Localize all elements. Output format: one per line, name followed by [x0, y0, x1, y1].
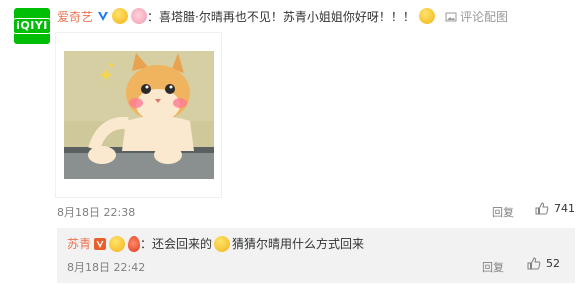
- tongue-emoji-icon: [214, 235, 231, 252]
- sub-like-button[interactable]: 52: [527, 257, 560, 270]
- comment-image-label: 评论配图: [460, 10, 509, 24]
- image-icon: [445, 12, 457, 21]
- thumb-up-icon: [535, 202, 549, 215]
- sub-reply-username[interactable]: 苏青: [67, 235, 91, 252]
- cheeky-emoji-icon: [418, 8, 435, 24]
- like-count: 741: [554, 202, 575, 215]
- like-button[interactable]: 741: [535, 202, 575, 215]
- balloon-icon: [128, 235, 141, 252]
- sub-thumb-up-icon: [527, 257, 541, 270]
- comment-colon: ：: [147, 9, 160, 24]
- cat-illustration: [64, 51, 214, 179]
- verified-v-icon: [98, 12, 109, 21]
- cat-photo: [64, 51, 214, 179]
- sub-fan-badge-icon: [109, 235, 126, 252]
- sub-reply-time: 8月18日 22:42: [67, 261, 146, 274]
- sub-reply-text-1: 还会回来的: [152, 237, 213, 251]
- flower-icon: [131, 8, 148, 24]
- sub-verified-v-icon: [94, 237, 107, 250]
- fan-badge-icon: [112, 8, 129, 24]
- comment-text: 喜塔腊·尔晴再也不见！苏青小姐姐你好呀！！！: [159, 9, 415, 24]
- comment-image-link[interactable]: 评论配图: [445, 8, 508, 25]
- sub-reply-text-2: 猜猜尔晴用什么方式回来: [232, 237, 365, 251]
- comment-image[interactable]: [56, 33, 221, 197]
- username[interactable]: 爱奇艺: [57, 8, 93, 25]
- sub-reply-colon: ：: [140, 237, 153, 251]
- sub-reply: 苏青 ： 还会回来的 猜猜尔晴用什么方式回来 8月18日 22:42 回复 52: [57, 228, 575, 283]
- sub-like-count: 52: [546, 257, 560, 270]
- comment-time: 8月18日 22:38: [57, 206, 136, 219]
- comment-line: 爱奇艺 ： 喜塔腊·尔晴再也不见！苏青小姐姐你好呀！！！: [57, 6, 435, 26]
- avatar-logo-text: iQIYI: [13, 18, 51, 34]
- avatar[interactable]: iQIYI: [13, 8, 51, 44]
- sub-reply-button[interactable]: 回复: [482, 259, 504, 275]
- reply-button[interactable]: 回复: [492, 204, 514, 220]
- sub-reply-line: 苏青 ： 还会回来的 猜猜尔晴用什么方式回来: [67, 235, 364, 252]
